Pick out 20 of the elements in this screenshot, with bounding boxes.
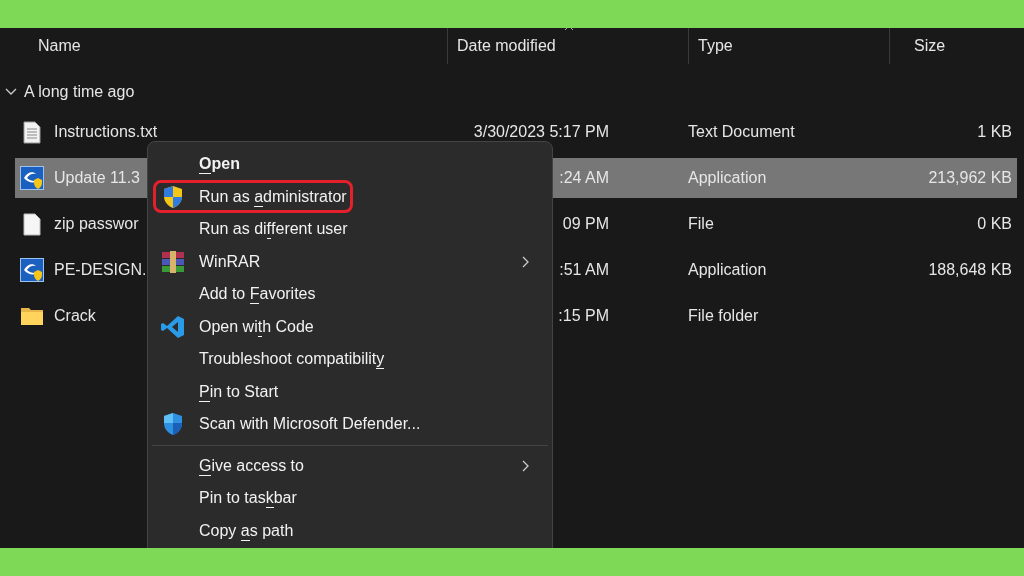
date-modified: :51 AM	[559, 261, 609, 279]
file-name: Crack	[54, 307, 96, 325]
date-modified: :24 AM	[559, 169, 609, 187]
file-name: zip passwor	[54, 215, 139, 233]
file-type: File	[688, 215, 714, 233]
file-name: PE-DESIGN.	[54, 261, 147, 279]
date-modified: :15 PM	[558, 307, 609, 325]
date-modified: 09 PM	[562, 215, 609, 233]
file-type: Application	[688, 261, 767, 279]
file-type: Text Document	[688, 123, 795, 141]
date-modified: 3/30/2023 5:17 PM	[473, 123, 609, 141]
file-size: 0 KB	[977, 215, 1012, 233]
file-size: 213,962 KB	[928, 169, 1012, 187]
file-type: File folder	[688, 307, 759, 325]
file-size: 188,648 KB	[928, 261, 1012, 279]
file-name: Update 11.3	[54, 169, 140, 187]
file-type: Application	[688, 169, 767, 187]
file-size: 1 KB	[977, 123, 1012, 141]
group-header: A long time ago	[24, 83, 135, 101]
file-name: Instructions.txt	[54, 123, 158, 141]
